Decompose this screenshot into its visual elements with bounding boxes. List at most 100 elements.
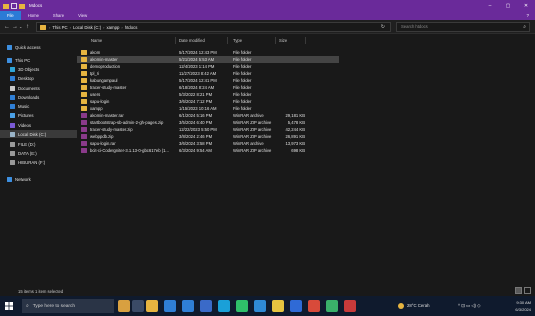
search-input[interactable]: Search htdocs ⌕ [396,22,530,32]
sidebar-item[interactable]: Local Disk (C:) [0,130,77,138]
forward-arrow-icon[interactable]: → [12,23,18,31]
sidebar-item[interactable]: Music [0,102,77,110]
sidebar-item[interactable]: FILE (D:) [0,140,77,148]
tab-file[interactable]: File [0,11,21,20]
file-row[interactable]: tracer-study-master.zip 12/22/2023 5:50 P… [77,126,339,133]
sidebar-item[interactable]: DATA (E:) [0,149,77,157]
app-icon[interactable] [326,300,338,312]
file-date: 6/1/2024 5:16 PM [179,113,213,118]
large-icons-view-icon[interactable] [524,287,531,294]
file-row[interactable]: startbootstrap-sb-admin-2-gh-pages.zip 3/… [77,119,339,126]
sidebar-item[interactable]: HIBURAN (F:) [0,158,77,166]
back-arrow-icon[interactable]: ← [4,23,10,31]
column-header-type[interactable]: Type [233,38,242,43]
maximize-button[interactable]: ▢ [499,0,517,11]
file-row[interactable]: bcit-ci-CodeIgniter-3.1.13-0-gbc617eb (1… [77,147,339,154]
file-row[interactable]: webppdb.zip 3/8/2024 2:46 PM WinRAR ZIP ar… [77,133,339,140]
taskbar-search-input[interactable]: ⌕ Type here to search [22,299,114,313]
clock-date: 6/3/2024 [515,307,531,312]
chrome-icon[interactable] [272,300,284,312]
people-icon[interactable] [118,300,130,312]
up-arrow-icon[interactable]: ↑ [26,23,29,31]
music-icon [10,103,15,109]
breadcrumb-this-pc[interactable]: This PC [52,25,67,30]
file-explorer-icon[interactable] [146,300,158,312]
refresh-icon[interactable]: ↻ [381,23,385,32]
mail-icon[interactable] [182,300,194,312]
breadcrumb-xampp[interactable]: xampp [107,25,120,30]
quick-access-icon[interactable] [11,2,17,9]
archive-icon [81,141,87,146]
file-row[interactable]: users 5/3/2022 8:21 PM File folder [77,91,339,98]
column-header-name[interactable]: Name [91,38,102,43]
sidebar-item[interactable]: This PC [0,56,77,64]
sidebar-item[interactable]: Documents [0,84,77,92]
app-icon[interactable] [344,300,356,312]
weather-widget[interactable]: 28°C Cerah [398,296,430,316]
file-date: 6/3/2024 9:54 AM [179,148,212,153]
app-icon[interactable] [308,300,320,312]
file-name: startbootstrap-sb-admin-2-gh-pages.zip [90,120,164,125]
file-row[interactable]: tracer-study-master 6/18/2024 8:24 AM File… [77,84,339,91]
task-view-icon[interactable] [132,300,144,312]
column-divider[interactable] [227,37,228,44]
sidebar-item[interactable]: Network [0,175,77,183]
column-divider[interactable] [275,37,276,44]
file-row[interactable]: akomin-master.rar 6/1/2024 5:16 PM WinRAR … [77,112,339,119]
address-bar[interactable]: › This PC › Local Disk (C:) › xampp › ht… [36,22,391,32]
app-icon[interactable] [164,300,176,312]
file-size: 13,973 KB [285,141,305,146]
chevron-down-icon[interactable]: ⌄ [19,23,22,31]
file-row[interactable]: tpl_ri 11/27/2023 8:42 AM File folder [77,70,339,77]
column-header-size[interactable]: Size [279,38,287,43]
file-row[interactable]: kabungampaul 5/17/2024 12:41 PM File folde… [77,77,339,84]
tab-share[interactable]: Share [46,11,71,20]
file-date: 11/27/2023 8:42 AM [179,71,217,76]
sidebar-item[interactable]: Pictures [0,111,77,119]
video-icon [10,122,15,128]
sidebar-item-label: HIBURAN (F:) [18,159,46,165]
details-view-icon[interactable] [515,287,522,294]
edge-icon[interactable] [218,300,230,312]
tab-home[interactable]: Home [21,11,46,20]
column-divider[interactable] [175,37,176,44]
minimize-button[interactable]: – [481,0,499,11]
window-title: Mdocs [29,3,43,8]
sidebar-item[interactable]: Downloads [0,93,77,101]
file-size [279,77,305,84]
network-icon [7,176,12,182]
file-size: 26,891 KB [285,134,305,139]
file-row[interactable]: sapu-login 3/6/2024 7:12 PM File folder [77,98,339,105]
whatsapp-icon[interactable] [236,300,248,312]
clock-time: 9:30 AM [516,300,531,305]
file-size: 698 KB [291,148,305,153]
help-icon[interactable]: ? [526,11,529,20]
chevron-right-icon: › [121,24,123,30]
windows-start-icon[interactable] [5,302,13,310]
file-row[interactable]: sapu-login.rar 3/6/2024 3:58 PM WinRAR arc… [77,140,339,147]
breadcrumb-htdocs[interactable]: htdocs [125,25,138,30]
desktop-icon [10,75,15,81]
file-size [279,63,305,70]
file-row[interactable]: akomin-master 5/21/2024 5:53 AM File folde… [77,56,339,63]
app-icon[interactable] [290,300,302,312]
column-header-date[interactable]: Date modified [179,38,205,43]
search-icon: ⌕ [26,304,29,309]
column-divider[interactable] [305,37,306,44]
close-button[interactable]: ✕ [517,0,535,11]
file-row[interactable]: xampp 1/15/2023 10:16 AM File folder [77,105,339,112]
file-row[interactable]: demoproduction 12/4/2023 1:14 PM File fold… [77,63,339,70]
sidebar-item[interactable]: 3D Objects [0,65,77,73]
breadcrumb-local-disk[interactable]: Local Disk (C:) [73,25,101,30]
vscode-icon[interactable] [254,300,266,312]
clock[interactable]: 9:30 AM 6/3/2024 [515,299,531,313]
sidebar-item[interactable]: Quick access [0,43,77,51]
sidebar-item[interactable]: Videos [0,121,77,129]
folder-icon[interactable] [19,3,25,9]
sidebar-item[interactable]: Desktop [0,74,77,82]
system-tray-icons[interactable]: ^ ⊡ ▭ ◁) ◇ [458,296,481,316]
file-row[interactable]: akom 5/17/2024 12:43 PM File folder [77,49,339,56]
file-date: 3/8/2024 2:46 PM [179,134,213,139]
store-icon[interactable] [200,300,212,312]
tab-view[interactable]: View [71,11,94,20]
